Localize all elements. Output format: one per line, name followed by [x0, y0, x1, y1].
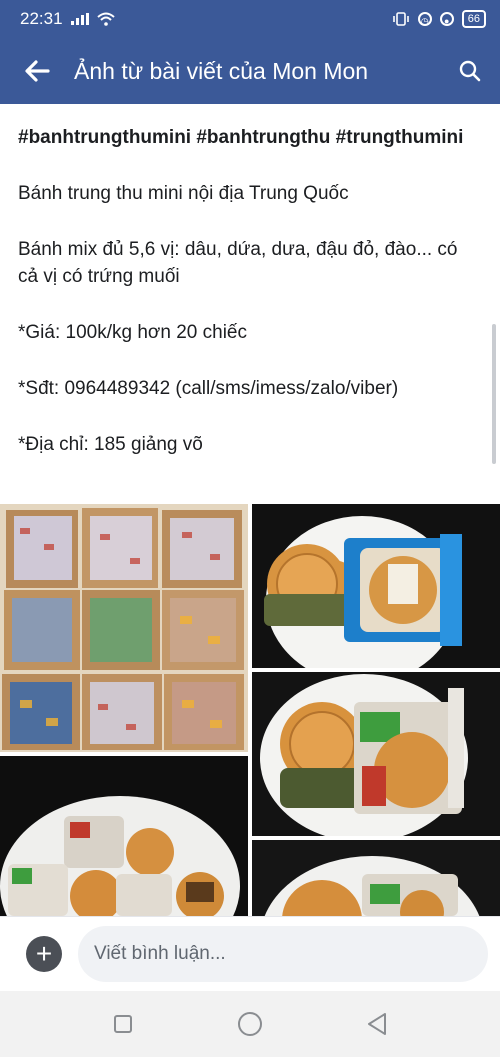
post-line-address: *Địa chỉ: 185 giảng võ — [18, 434, 203, 455]
post-hashtags[interactable]: #banhtrungthumini #banhtrungthu #trungth… — [18, 124, 482, 151]
back-nav-button[interactable] — [357, 1004, 397, 1044]
comment-input[interactable]: Viết bình luận... — [78, 926, 488, 982]
photo-mooncake-plate-blue[interactable] — [252, 504, 500, 668]
signal-icon — [70, 13, 89, 25]
post-line-flavors: Bánh mix đủ 5,6 vị: dâu, dứa, dưa, đậu đ… — [18, 239, 458, 287]
app-header: Ảnh từ bài viết của Mon Mon — [0, 38, 500, 104]
data-saver-icon: ● — [439, 12, 454, 26]
comment-placeholder: Viết bình luận... — [94, 943, 226, 964]
photo-mooncake-assortment[interactable] — [0, 756, 248, 916]
triangle-back-icon — [367, 1013, 386, 1035]
square-icon — [114, 1015, 133, 1033]
vibrate-icon — [392, 12, 409, 26]
search-icon — [459, 60, 481, 82]
add-attachment-button[interactable]: + — [26, 936, 62, 972]
recent-apps-button[interactable] — [103, 1004, 143, 1044]
circle-icon — [237, 1012, 262, 1036]
battery-indicator: 66 — [461, 10, 486, 28]
plus-icon: + — [35, 938, 53, 969]
back-button[interactable] — [0, 38, 74, 104]
post-line-description: Bánh trung thu mini nội địa Trung Quốc — [18, 183, 349, 204]
status-time: 22:31 — [20, 9, 63, 28]
wifi-icon — [96, 12, 115, 26]
comment-bar: + Viết bình luận... — [0, 916, 500, 991]
system-nav-bar — [0, 991, 500, 1057]
status-bar: 22:31 ◷ ● 66 — [0, 0, 500, 38]
page-title: Ảnh từ bài viết của Mon Mon — [74, 57, 369, 84]
post-line-price: *Giá: 100k/kg hơn 20 chiếc — [18, 322, 247, 343]
arrow-left-icon — [25, 60, 50, 82]
search-button[interactable] — [440, 38, 500, 104]
photo-grid — [0, 504, 500, 916]
photo-mooncake-plate-green[interactable] — [252, 672, 500, 836]
post-content: #banhtrungthumini #banhtrungthu #trungth… — [0, 104, 500, 504]
post-line-phone: *Sđt: 0964489342 (call/sms/imess/zalo/vi… — [18, 378, 399, 399]
home-button[interactable] — [230, 1004, 270, 1044]
scrollbar[interactable] — [492, 324, 496, 464]
photo-mooncake-partial[interactable] — [252, 840, 500, 916]
photo-mooncake-boxes[interactable] — [0, 504, 248, 752]
alarm-icon: ◷ — [417, 12, 432, 26]
